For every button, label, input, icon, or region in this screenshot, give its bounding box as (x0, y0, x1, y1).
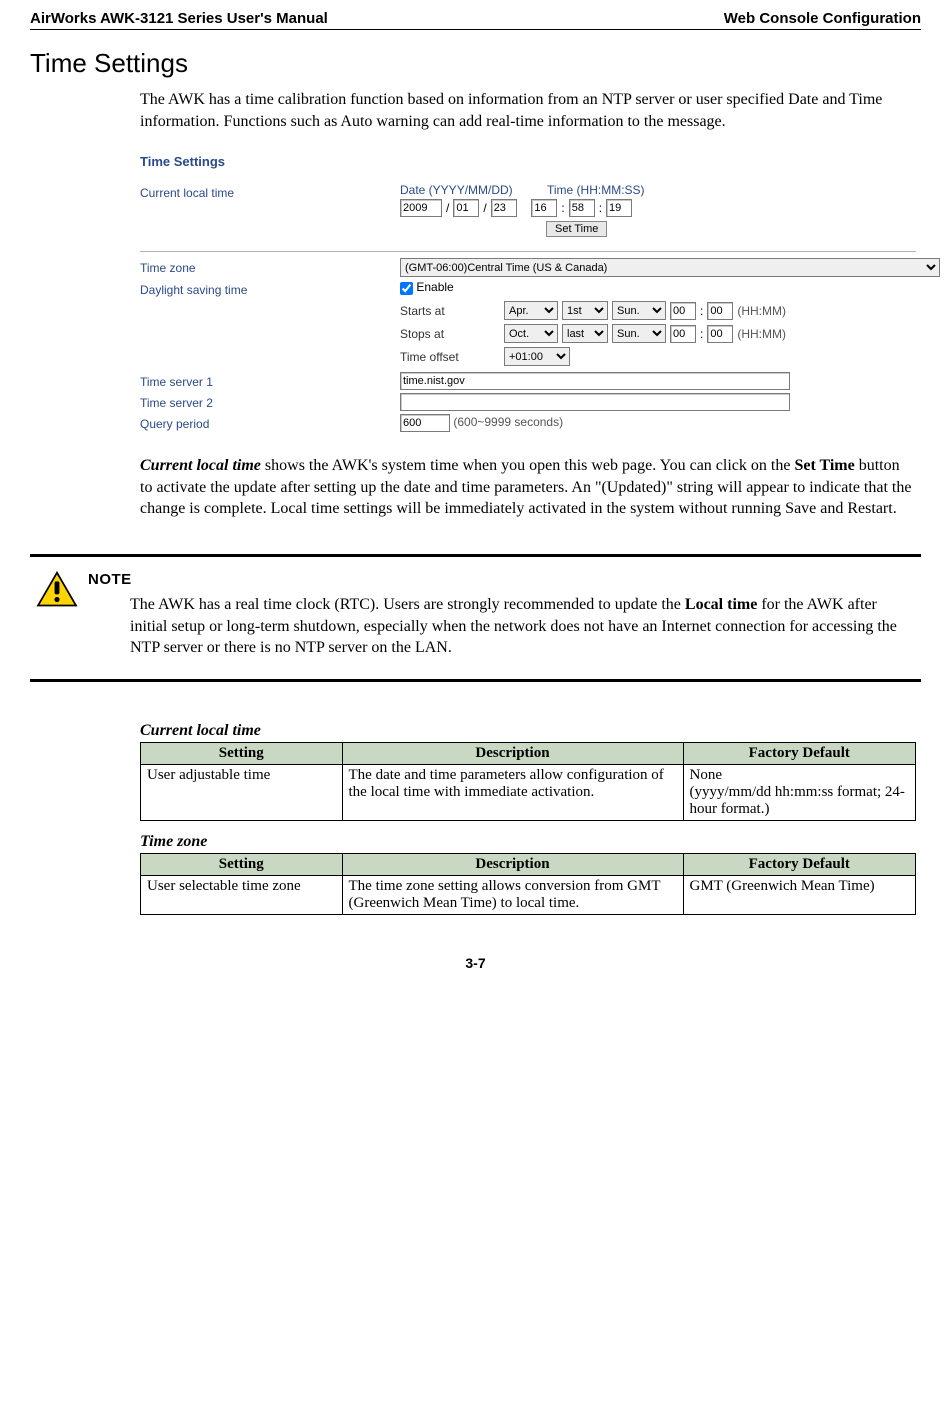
td-description: The date and time parameters allow confi… (342, 764, 683, 820)
note-block: NOTE The AWK has a real time clock (RTC)… (30, 554, 921, 682)
td-setting: User selectable time zone (141, 875, 343, 914)
time-offset-label: Time offset (400, 350, 500, 364)
td-description: The time zone setting allows conversion … (342, 875, 683, 914)
second-input[interactable] (606, 199, 632, 217)
th-default: Factory Default (683, 742, 916, 764)
page-number: 3-7 (30, 955, 921, 971)
header-right: Web Console Configuration (724, 10, 921, 27)
panel-divider (140, 251, 916, 252)
intro-paragraph: The AWK has a time calibration function … (140, 89, 916, 132)
current-local-time-label: Current local time (140, 183, 400, 200)
stop-week-select[interactable]: last (562, 324, 608, 343)
timezone-select[interactable]: (GMT-06:00)Central Time (US & Canada) (400, 258, 940, 277)
stop-day-select[interactable]: Sun. (612, 324, 666, 343)
td-default: None (yyyy/mm/dd hh:mm:ss format; 24-hou… (683, 764, 916, 820)
stop-hour-input[interactable] (670, 325, 696, 343)
hour-input[interactable] (531, 199, 557, 217)
current-local-time-paragraph: Current local time shows the AWK's syste… (140, 455, 916, 520)
table-title-current: Current local time (140, 722, 916, 740)
time-heading: Time (HH:MM:SS) (547, 183, 645, 197)
clt-bold: Current local time (140, 457, 261, 474)
time-offset-select[interactable]: +01:00 (504, 347, 570, 366)
dst-enable-checkbox[interactable] (400, 282, 413, 295)
time-server-1-label: Time server 1 (140, 372, 400, 389)
time-server-2-label: Time server 2 (140, 393, 400, 410)
table-title-timezone: Time zone (140, 833, 916, 851)
th-default: Factory Default (683, 853, 916, 875)
panel-heading: Time Settings (140, 154, 916, 169)
starts-at-label: Starts at (400, 304, 500, 318)
time-server-1-input[interactable] (400, 372, 790, 390)
start-hour-input[interactable] (670, 302, 696, 320)
th-description: Description (342, 742, 683, 764)
query-period-note: (600~9999 seconds) (453, 415, 563, 429)
query-period-input[interactable] (400, 414, 450, 432)
set-time-button[interactable]: Set Time (546, 221, 607, 237)
start-min-input[interactable] (707, 302, 733, 320)
th-setting: Setting (141, 853, 343, 875)
th-setting: Setting (141, 742, 343, 764)
start-month-select[interactable]: Apr. (504, 301, 558, 320)
stop-min-input[interactable] (707, 325, 733, 343)
year-input[interactable] (400, 199, 442, 217)
header-rule (30, 29, 921, 30)
day-input[interactable] (491, 199, 517, 217)
date-heading: Date (YYYY/MM/DD) (400, 183, 545, 197)
td-setting: User adjustable time (141, 764, 343, 820)
hhmm-label-2: (HH:MM) (737, 327, 786, 341)
note-bold: Local time (685, 596, 757, 613)
month-input[interactable] (453, 199, 479, 217)
td-default: GMT (Greenwich Mean Time) (683, 875, 916, 914)
stops-at-label: Stops at (400, 327, 500, 341)
clt-mid1: shows the AWK's system time when you ope… (261, 457, 795, 474)
set-time-bold: Set Time (794, 457, 854, 474)
enable-label: Enable (416, 280, 453, 294)
time-settings-panel: Time Settings Current local time Date (Y… (140, 150, 916, 445)
stop-month-select[interactable]: Oct. (504, 324, 558, 343)
minute-input[interactable] (569, 199, 595, 217)
th-description: Description (342, 853, 683, 875)
query-period-label: Query period (140, 414, 400, 431)
note-t1: The AWK has a real time clock (RTC). Use… (130, 596, 685, 613)
page-title: Time Settings (30, 48, 921, 79)
timezone-label: Time zone (140, 258, 400, 275)
start-day-select[interactable]: Sun. (612, 301, 666, 320)
hhmm-label-1: (HH:MM) (737, 304, 786, 318)
table-row: User adjustable time The date and time p… (141, 764, 916, 820)
start-week-select[interactable]: 1st (562, 301, 608, 320)
dst-label: Daylight saving time (140, 280, 400, 297)
warning-icon (36, 571, 78, 609)
note-text: The AWK has a real time clock (RTC). Use… (130, 594, 915, 659)
time-server-2-input[interactable] (400, 393, 790, 411)
header-left: AirWorks AWK-3121 Series User's Manual (30, 10, 328, 27)
table-time-zone: Setting Description Factory Default User… (140, 853, 916, 915)
table-row: User selectable time zone The time zone … (141, 875, 916, 914)
table-current-local-time: Setting Description Factory Default User… (140, 742, 916, 821)
note-title: NOTE (88, 571, 915, 588)
